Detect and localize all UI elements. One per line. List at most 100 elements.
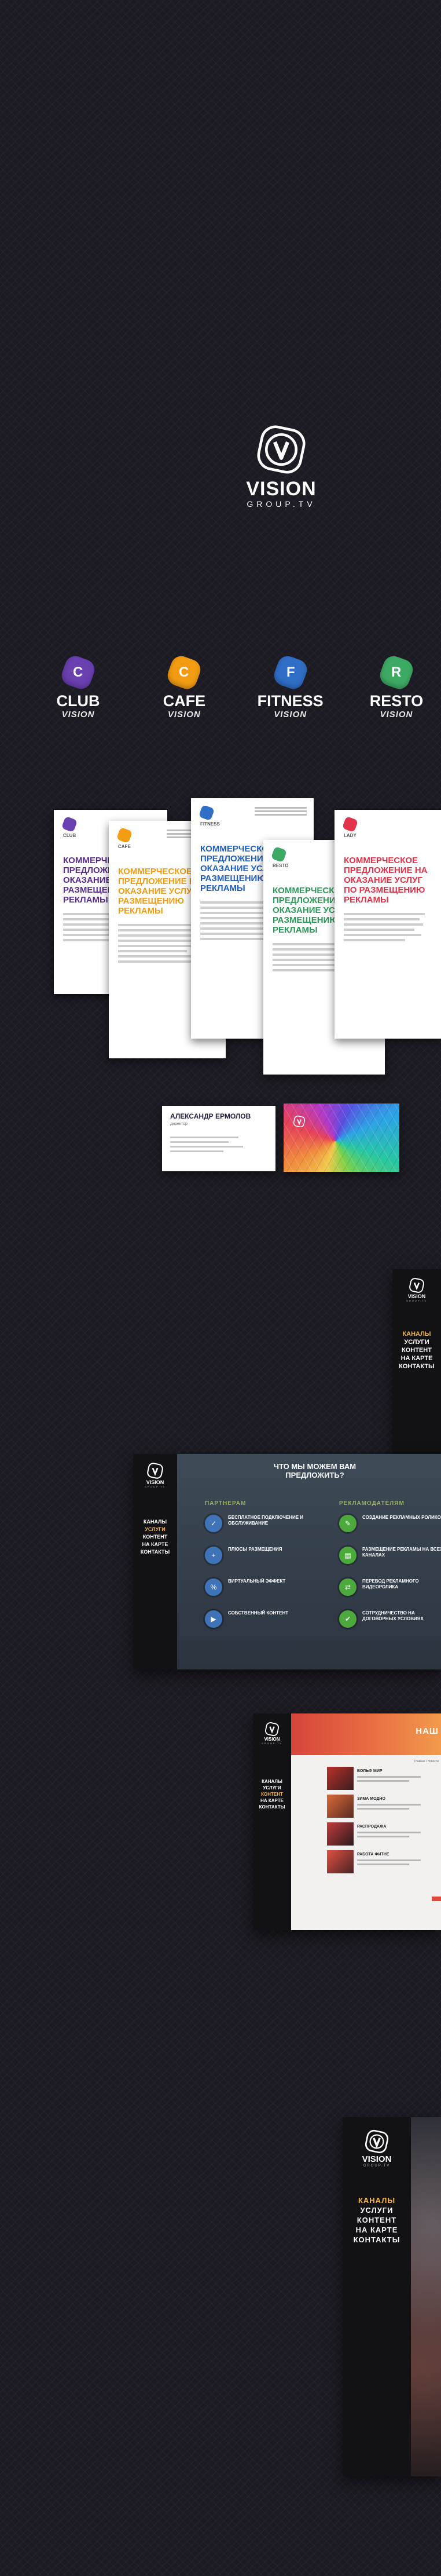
sidebar-subline: GROUP.TV — [261, 1742, 283, 1745]
site-mockup-home-partial: VISION GROUP.TV КАНАЛЫ УСЛУГИ КОНТЕНТ НА… — [392, 1269, 441, 1461]
club-logo-icon — [61, 816, 78, 833]
service-icon: ✓ — [205, 1515, 222, 1532]
logo-subline: GROUP.TV — [247, 499, 316, 509]
menu-item-content[interactable]: КОНТЕНТ — [133, 1533, 177, 1541]
news-title: РАБОТА ФИТНЕ — [357, 1852, 389, 1857]
menu-item-map[interactable]: НА КАРТЕ — [253, 1797, 291, 1804]
vision-logo-icon — [257, 425, 306, 474]
vision-group-logo: VISION GROUP.TV — [238, 423, 325, 509]
resto-badge-icon: R — [377, 653, 416, 692]
news-thumbnail — [327, 1850, 354, 1873]
cafe-badge-icon: C — [165, 653, 204, 692]
brand-name: RESTO — [369, 692, 424, 710]
letter-lady: LADY КОММЕРЧЕСКОЕ ПРЕДЛОЖЕНИЕ НА ОКАЗАНИ… — [335, 810, 441, 1039]
service-icon: ▶ — [205, 1610, 222, 1628]
logo-wordmark: VISION — [246, 478, 317, 500]
news-banner: НАШ — [291, 1713, 441, 1755]
business-card-front: АЛЕКСАНДР ЕРМОЛОВ директор — [162, 1106, 275, 1171]
service-item[interactable]: ✓ БЕСПЛАТНОЕ ПОДКЛЮЧЕНИЕ И ОБСЛУЖИВАНИЕ — [205, 1515, 315, 1532]
resto-logo-icon — [270, 846, 288, 863]
hero-image — [411, 2117, 441, 2476]
site-mockup-news: VISION GROUP.TV КАНАЛЫ УСЛУГИ КОНТЕНТ НА… — [253, 1713, 441, 1930]
breadcrumb[interactable]: Главная / Новости — [414, 1760, 439, 1763]
menu-item-services[interactable]: УСЛУГИ — [133, 1526, 177, 1533]
vision-logo-icon — [293, 1115, 306, 1128]
card-name: АЛЕКСАНДР ЕРМОЛОВ — [170, 1112, 251, 1120]
sidebar-wordmark: VISION — [146, 1479, 164, 1485]
site-mockup-services: VISION GROUP.TV КАНАЛЫ УСЛУГИ КОНТЕНТ НА… — [133, 1454, 441, 1669]
brand-tagline: VISION — [61, 710, 95, 719]
menu-item-contacts[interactable]: КОНТАКТЫ — [253, 1804, 291, 1810]
service-item[interactable]: % ВИРТУАЛЬНЫЙ ЭФФЕКТ — [205, 1579, 315, 1596]
menu-item-services[interactable]: УСЛУГИ — [343, 2205, 411, 2215]
news-item[interactable]: РАБОТА ФИТНЕ — [327, 1850, 441, 1875]
sidebar-menu: КАНАЛЫ УСЛУГИ КОНТЕНТ НА КАРТЕ КОНТАКТЫ — [392, 1330, 441, 1371]
news-item[interactable]: РАСПРОДАЖА — [327, 1822, 441, 1847]
menu-item-channels[interactable]: КАНАЛЫ — [133, 1518, 177, 1526]
news-title: РАСПРОДАЖА — [357, 1825, 387, 1829]
brand-name: CLUB — [56, 692, 100, 710]
menu-item-services[interactable]: УСЛУГИ — [392, 1338, 441, 1346]
service-item[interactable]: ▤ РАЗМЕЩЕНИЕ РЕКЛАМЫ НА ВСЕХ КАНАЛАХ — [339, 1547, 441, 1564]
services-title: ЧТО МЫ МОЖЕМ ВАМ ПРЕДЛОЖИТЬ? — [273, 1462, 357, 1479]
vision-logo-icon — [409, 1278, 424, 1293]
brand-club: C CLUB VISION — [41, 653, 116, 719]
partners-heading: ПАРТНЕРАМ — [205, 1500, 247, 1507]
news-item[interactable]: ЗИМА МОДНО — [327, 1795, 441, 1819]
brand-list: C CLUB VISION C CAFE VISION F FITNESS VI… — [41, 653, 434, 719]
service-item[interactable]: ⇄ ПЕРЕВОД РЕКЛАМНОГО ВИДЕОРОЛИКА — [339, 1579, 441, 1596]
fitness-logo-icon — [198, 804, 215, 821]
service-item[interactable]: + ПЛЮСЫ РАЗМЕЩЕНИЯ — [205, 1547, 315, 1564]
menu-item-contacts[interactable]: КОНТАКТЫ — [392, 1362, 441, 1371]
menu-item-channels[interactable]: КАНАЛЫ — [253, 1778, 291, 1785]
service-icon: % — [205, 1579, 222, 1596]
more-button[interactable] — [432, 1897, 441, 1901]
menu-item-channels[interactable]: КАНАЛЫ — [343, 2195, 411, 2205]
service-item[interactable]: ▶ СОБСТВЕННЫЙ КОНТЕНТ — [205, 1610, 315, 1628]
service-icon: ▤ — [339, 1547, 357, 1564]
brand-name: CAFE — [163, 692, 206, 710]
sidebar-subline: GROUP.TV — [406, 1299, 428, 1302]
menu-item-map[interactable]: НА КАРТЕ — [343, 2225, 411, 2235]
letter-title: КОММЕРЧЕСКОЕ ПРЕДЛОЖЕНИЕ НА ОКАЗАНИЕ УСЛ… — [344, 856, 428, 905]
menu-item-channels[interactable]: КАНАЛЫ — [392, 1330, 441, 1338]
menu-item-contacts[interactable]: КОНТАКТЫ — [133, 1548, 177, 1556]
sidebar-subline: GROUP.TV — [363, 2164, 391, 2168]
vision-logo-icon — [265, 1722, 279, 1736]
news-thumbnail — [327, 1822, 354, 1846]
brand-cafe: C CAFE VISION — [146, 653, 222, 719]
sidebar-subline: GROUP.TV — [144, 1485, 166, 1488]
menu-item-content[interactable]: КОНТЕНТ — [253, 1791, 291, 1797]
news-item[interactable]: ВОЛЬФ МИР — [327, 1767, 441, 1791]
cafe-logo-icon — [116, 827, 133, 844]
sidebar-menu: КАНАЛЫ УСЛУГИ КОНТЕНТ НА КАРТЕ КОНТАКТЫ — [253, 1778, 291, 1810]
news-title: ВОЛЬФ МИР — [357, 1769, 383, 1773]
letter-brand: FITNESS — [200, 821, 220, 827]
sidebar-menu: КАНАЛЫ УСЛУГИ КОНТЕНТ НА КАРТЕ КОНТАКТЫ — [343, 2195, 411, 2245]
service-item[interactable]: ✎ СОЗДАНИЕ РЕКЛАМНЫХ РОЛИКОВ — [339, 1515, 441, 1532]
news-thumbnail — [327, 1795, 354, 1818]
club-badge-icon: C — [58, 653, 98, 692]
news-thumbnail — [327, 1767, 354, 1790]
brand-name: FITNESS — [257, 692, 324, 710]
menu-item-contacts[interactable]: КОНТАКТЫ — [343, 2235, 411, 2245]
menu-item-map[interactable]: НА КАРТЕ — [133, 1541, 177, 1548]
card-role: директор — [170, 1122, 188, 1126]
service-icon: ⇄ — [339, 1579, 357, 1596]
lady-logo-icon — [341, 816, 359, 833]
services-content: ЧТО МЫ МОЖЕМ ВАМ ПРЕДЛОЖИТЬ? ПАРТНЕРАМ Р… — [177, 1454, 441, 1669]
service-icon: ✔ — [339, 1610, 357, 1628]
menu-item-map[interactable]: НА КАРТЕ — [392, 1354, 441, 1362]
fitness-badge-icon: F — [271, 653, 310, 692]
site-mockup-home: VISION GROUP.TV КАНАЛЫ УСЛУГИ КОНТЕНТ НА… — [343, 2117, 441, 2476]
sidebar-wordmark: VISION — [407, 1294, 426, 1299]
service-item[interactable]: ✔ СОТРУДНИЧЕСТВО НА ДОГОВОРНЫХ УСЛОВИЯХ — [339, 1610, 441, 1628]
brand-fitness: F FITNESS VISION — [253, 653, 328, 719]
vision-logo-icon — [147, 1463, 163, 1479]
brand-resto: R RESTO VISION — [359, 653, 434, 719]
menu-item-content[interactable]: КОНТЕНТ — [392, 1346, 441, 1354]
brand-tagline: VISION — [167, 710, 201, 719]
menu-item-services[interactable]: УСЛУГИ — [253, 1785, 291, 1791]
menu-item-content[interactable]: КОНТЕНТ — [343, 2215, 411, 2225]
letter-brand: LADY — [344, 833, 357, 838]
